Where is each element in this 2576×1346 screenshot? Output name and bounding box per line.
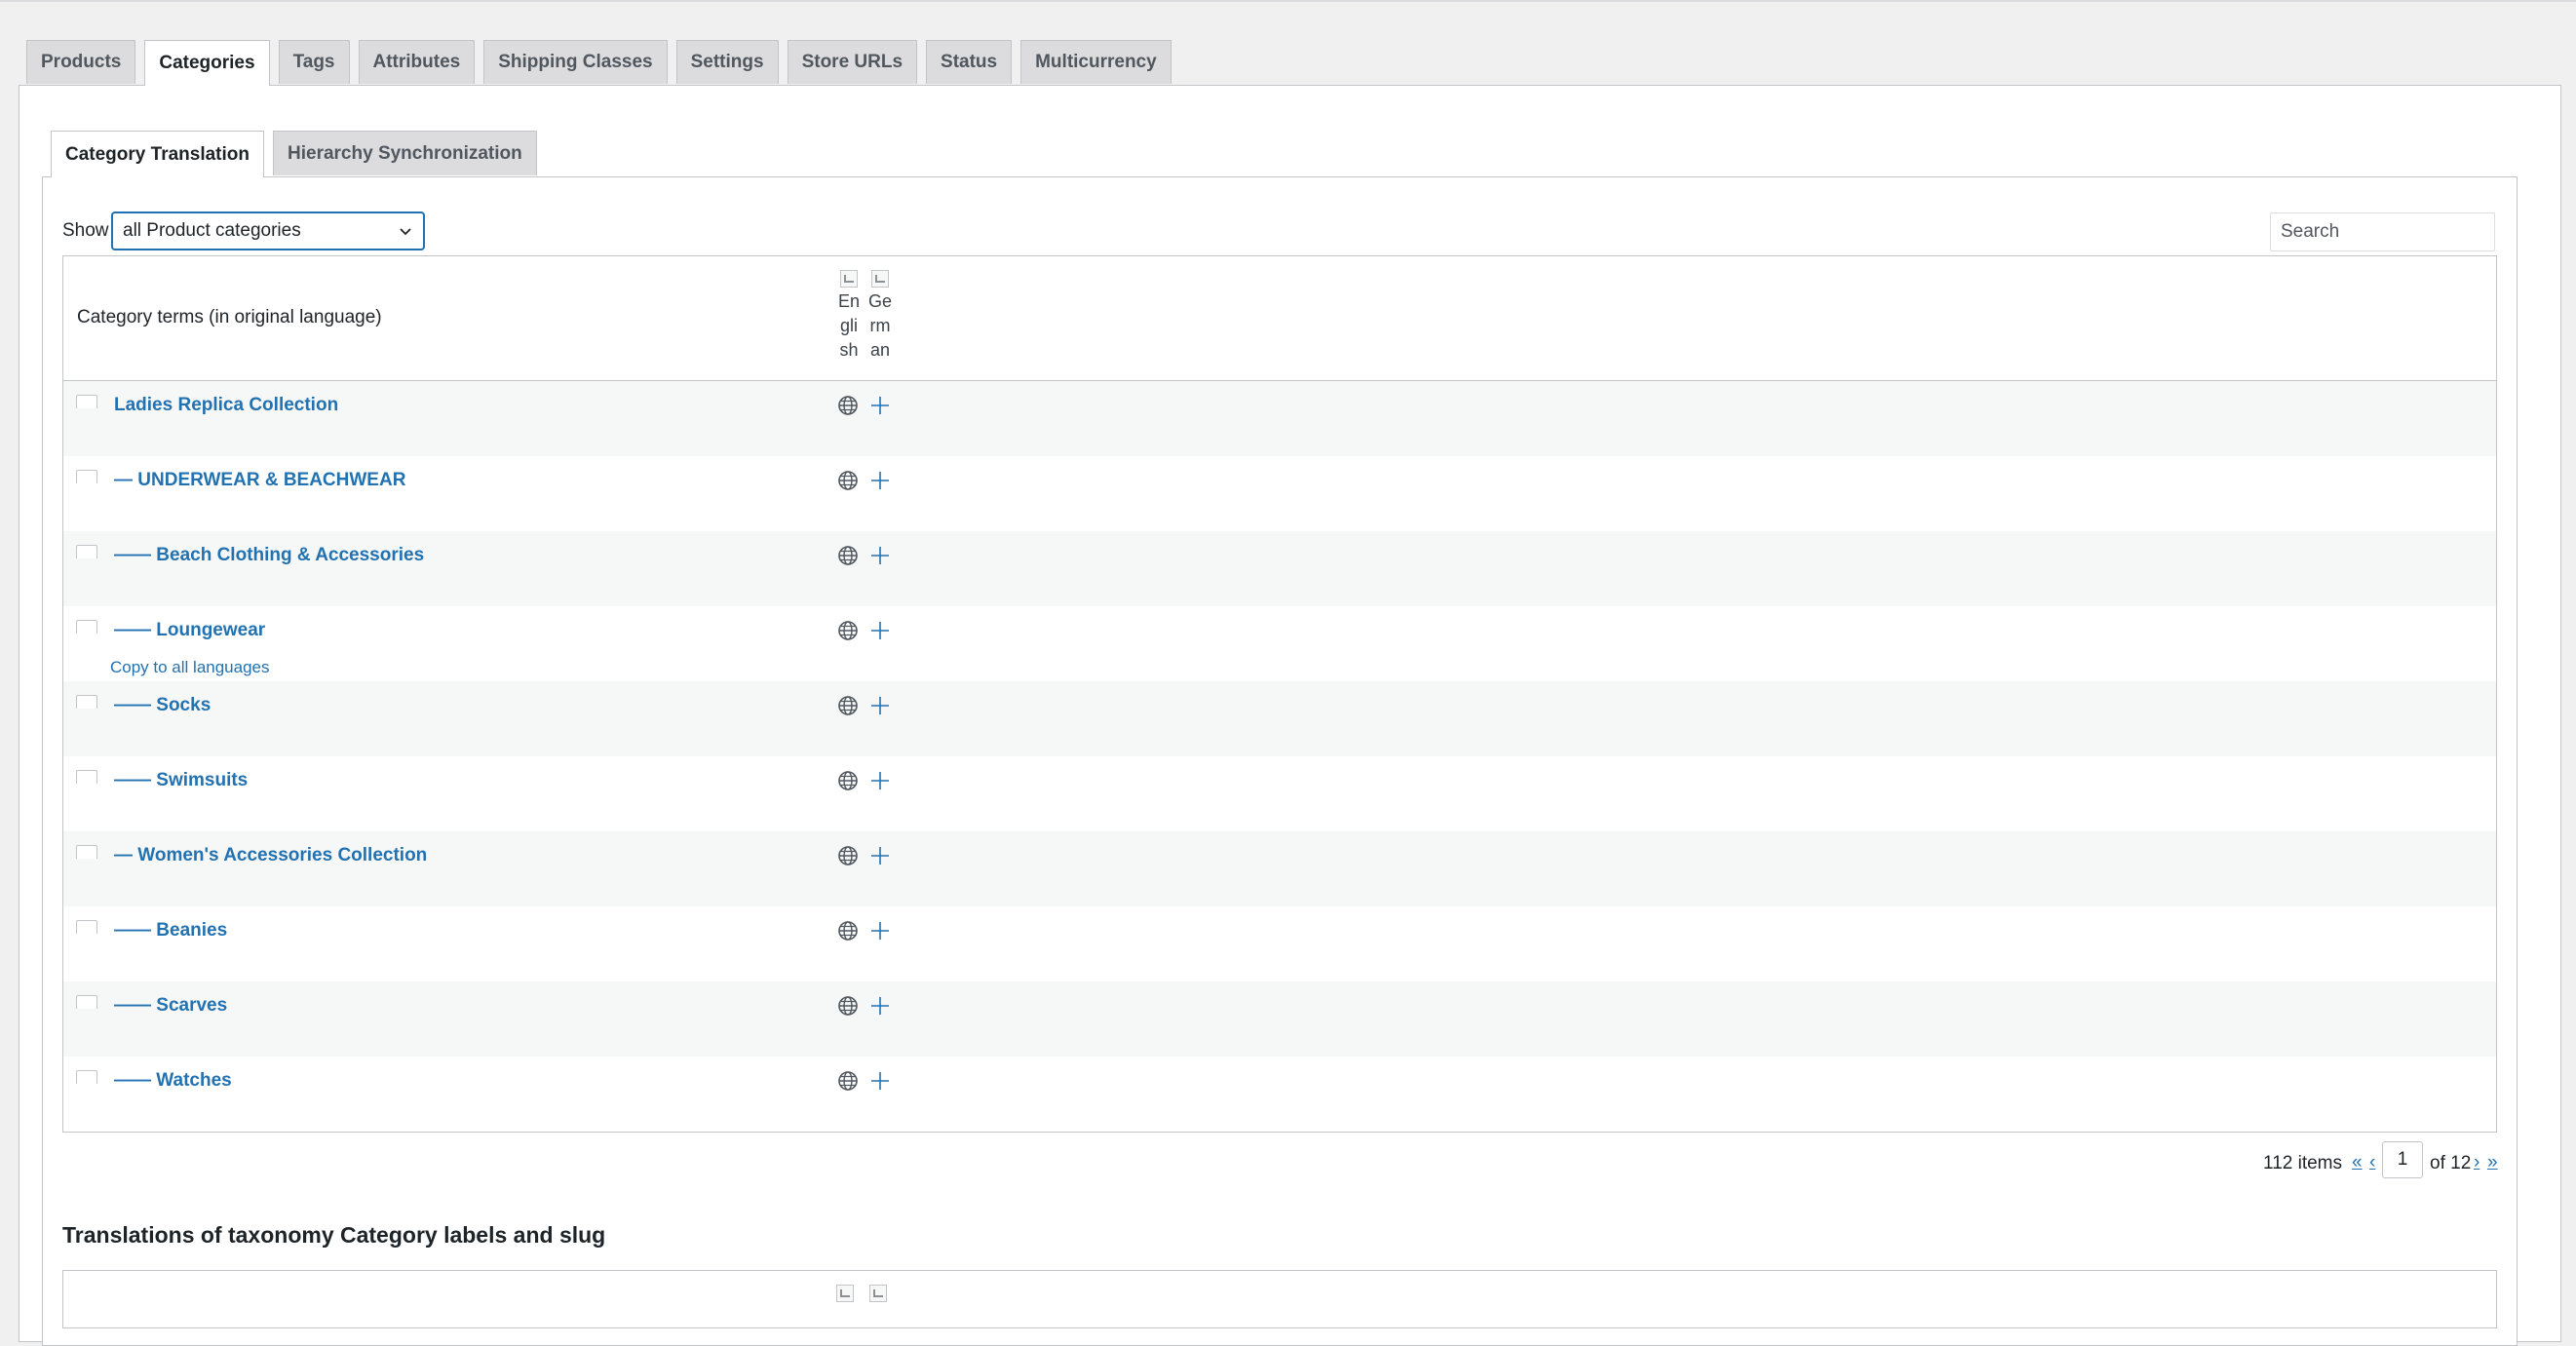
tab-store-urls[interactable]: Store URLs xyxy=(787,40,918,84)
tab-hierarchy-synchronization[interactable]: Hierarchy Synchronization xyxy=(273,131,537,175)
category-filter-select[interactable]: all Product categories xyxy=(111,212,425,250)
table-body: Ladies Replica Collection — UNDERWEAR & … xyxy=(63,381,2496,1132)
first-page-link[interactable]: « xyxy=(2352,1152,2363,1173)
plus-icon[interactable] xyxy=(868,919,892,942)
copy-to-all-languages-link[interactable]: Copy to all languages xyxy=(110,658,270,677)
category-link[interactable]: — Women's Accessories Collection xyxy=(114,845,427,866)
labels-section-title: Translations of taxonomy Category labels… xyxy=(62,1222,606,1248)
main-tabs: Products Categories Tags Attributes Ship… xyxy=(26,40,1180,86)
labels-translation-table xyxy=(62,1270,2497,1328)
table-row: —— Loungewear Copy to all languages xyxy=(63,606,2496,681)
row-checkbox[interactable] xyxy=(76,770,97,784)
category-link[interactable]: —— Scarves xyxy=(114,995,227,1017)
row-checkbox[interactable] xyxy=(76,845,97,859)
plus-icon[interactable] xyxy=(868,844,892,867)
column-header-category-terms: Category terms (in original language) xyxy=(77,307,382,327)
chevron-down-icon xyxy=(400,228,411,236)
tab-multicurrency[interactable]: Multicurrency xyxy=(1020,40,1172,84)
plus-icon[interactable] xyxy=(868,694,892,717)
plus-icon[interactable] xyxy=(868,394,892,417)
category-link[interactable]: Ladies Replica Collection xyxy=(114,395,338,416)
show-label: Show xyxy=(62,220,109,241)
row-checkbox[interactable] xyxy=(76,470,97,483)
pagination: 112 items « ‹ of 12 › » xyxy=(2261,1141,2499,1188)
plus-icon[interactable] xyxy=(868,769,892,792)
previous-page-link[interactable]: ‹ xyxy=(2369,1152,2375,1173)
column-header-german: German xyxy=(867,270,893,363)
globe-icon[interactable] xyxy=(836,394,860,417)
row-checkbox[interactable] xyxy=(76,395,97,408)
current-page-input[interactable] xyxy=(2382,1141,2423,1178)
search-input[interactable] xyxy=(2270,212,2495,251)
globe-icon[interactable] xyxy=(836,544,860,567)
category-link[interactable]: —— Socks xyxy=(114,695,211,716)
globe-icon[interactable] xyxy=(836,919,860,942)
category-filter-value: all Product categories xyxy=(123,220,301,241)
category-link[interactable]: —— Watches xyxy=(114,1070,232,1092)
english-flag-alt-text: English xyxy=(837,291,861,360)
category-link[interactable]: —— Beach Clothing & Accessories xyxy=(114,545,424,566)
table-row: —— Scarves xyxy=(63,981,2496,1057)
row-checkbox[interactable] xyxy=(76,995,97,1009)
globe-icon[interactable] xyxy=(836,1069,860,1093)
tab-settings[interactable]: Settings xyxy=(675,40,779,84)
english-flag-icon xyxy=(840,270,858,288)
row-checkbox[interactable] xyxy=(76,920,97,934)
globe-icon[interactable] xyxy=(836,844,860,867)
tab-products[interactable]: Products xyxy=(26,40,136,84)
category-link[interactable]: — UNDERWEAR & BEACHWEAR xyxy=(114,470,405,491)
tab-categories[interactable]: Categories xyxy=(144,40,270,86)
category-link[interactable]: —— Loungewear xyxy=(114,620,265,641)
items-count: 112 items xyxy=(2263,1153,2342,1173)
tab-status[interactable]: Status xyxy=(926,40,1013,84)
table-header: Category terms (in original language) En… xyxy=(63,256,2496,381)
plus-icon[interactable] xyxy=(868,994,892,1018)
top-divider xyxy=(0,0,2576,2)
tab-tags[interactable]: Tags xyxy=(278,40,350,84)
german-flag-icon xyxy=(869,1285,887,1302)
next-page-link[interactable]: › xyxy=(2474,1152,2480,1173)
english-flag-icon xyxy=(836,1285,854,1302)
table-row: Ladies Replica Collection xyxy=(63,381,2496,456)
plus-icon[interactable] xyxy=(868,1069,892,1093)
table-row: — Women's Accessories Collection xyxy=(63,831,2496,906)
plus-icon[interactable] xyxy=(868,544,892,567)
plus-icon[interactable] xyxy=(868,469,892,492)
table-row: —— Beach Clothing & Accessories xyxy=(63,531,2496,606)
german-flag-alt-text: German xyxy=(867,291,892,360)
category-link[interactable]: —— Beanies xyxy=(114,920,227,942)
tab-attributes[interactable]: Attributes xyxy=(358,40,476,84)
globe-icon[interactable] xyxy=(836,469,860,492)
tab-shipping-classes[interactable]: Shipping Classes xyxy=(483,40,668,84)
globe-icon[interactable] xyxy=(836,994,860,1018)
globe-icon[interactable] xyxy=(836,769,860,792)
table-row: —— Swimsuits xyxy=(63,756,2496,831)
total-pages: of 12 xyxy=(2430,1153,2472,1173)
column-header-english: English xyxy=(836,270,862,363)
category-translation-table: Category terms (in original language) En… xyxy=(62,255,2497,1133)
table-row: — UNDERWEAR & BEACHWEAR xyxy=(63,456,2496,531)
globe-icon[interactable] xyxy=(836,694,860,717)
plus-icon[interactable] xyxy=(868,619,892,642)
table-row: —— Beanies xyxy=(63,906,2496,981)
table-row: —— Socks xyxy=(63,681,2496,756)
german-flag-icon xyxy=(871,270,889,288)
row-checkbox[interactable] xyxy=(76,695,97,709)
category-link[interactable]: —— Swimsuits xyxy=(114,770,248,791)
last-page-link[interactable]: » xyxy=(2487,1152,2498,1173)
tab-category-translation[interactable]: Category Translation xyxy=(51,131,264,177)
row-checkbox[interactable] xyxy=(76,1070,97,1084)
table-row: —— Watches xyxy=(63,1057,2496,1132)
row-checkbox[interactable] xyxy=(76,620,97,634)
sub-tabs: Category Translation Hierarchy Synchroni… xyxy=(51,131,546,177)
row-checkbox[interactable] xyxy=(76,545,97,558)
globe-icon[interactable] xyxy=(836,619,860,642)
